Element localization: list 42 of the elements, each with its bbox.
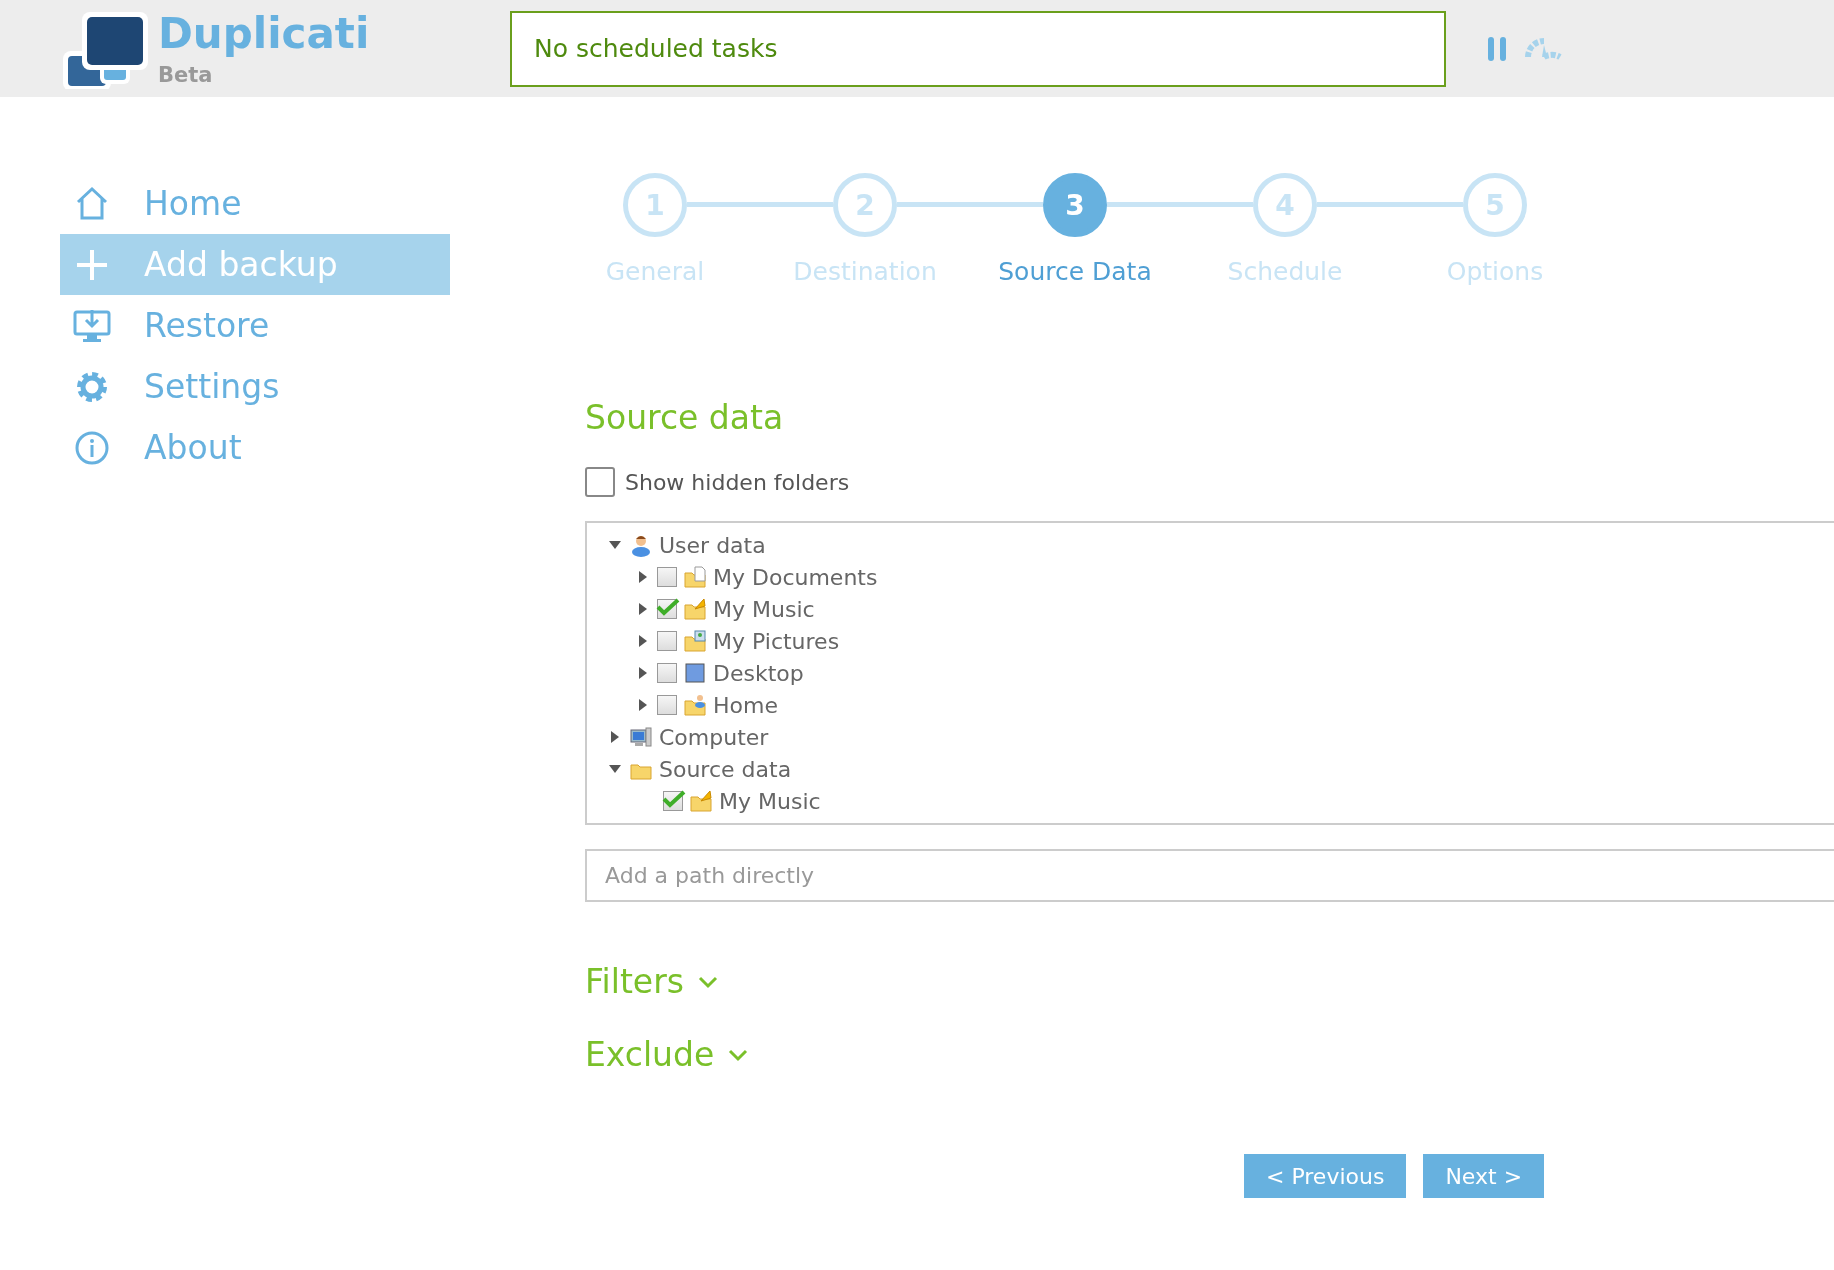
tree-item-label[interactable]: Desktop [713, 660, 804, 686]
pause-icon[interactable] [1486, 34, 1508, 63]
section-toggle[interactable]: Exclude [585, 1035, 1834, 1074]
checkbox[interactable] [657, 599, 677, 619]
checkbox[interactable] [657, 631, 677, 651]
checkbox[interactable] [657, 567, 677, 587]
section-title: Source data [585, 398, 785, 437]
logo-subtitle: Beta [158, 62, 214, 87]
next-button[interactable]: Next > [1423, 1154, 1545, 1198]
tree-item-label[interactable]: My Pictures [713, 628, 840, 654]
desktop-icon [683, 661, 707, 685]
checkbox-label[interactable]: Show hidden folders [625, 469, 850, 495]
tree-item-label[interactable]: My Music [719, 788, 821, 814]
checkbox[interactable] [657, 695, 677, 715]
tree-item-label[interactable]: Computer [659, 724, 769, 750]
nav-item[interactable]: Restore [60, 295, 450, 356]
tree-item-label[interactable]: My Music [713, 596, 815, 622]
tree-item-label[interactable]: User data [659, 532, 766, 558]
folder-music-icon [689, 789, 713, 813]
folder-picture-icon [683, 629, 707, 653]
section-toggle[interactable]: Filters [585, 962, 1834, 1001]
checkbox[interactable] [585, 467, 615, 497]
folder-document-icon [683, 565, 707, 589]
nav-item[interactable]: About [60, 417, 450, 478]
tree-item-label[interactable]: Home [713, 692, 778, 718]
step-label[interactable]: Source Data [998, 257, 1152, 286]
tree-item-label[interactable]: My Documents [713, 564, 878, 590]
path-input-field[interactable]: Add a path directly [585, 849, 1834, 902]
computer-icon [629, 725, 653, 749]
step-circle[interactable]: 3 [1043, 173, 1107, 237]
nav-item[interactable]: Home [60, 173, 450, 234]
status-bar: No scheduled tasks [510, 10, 1446, 87]
checkbox[interactable] [657, 663, 677, 683]
logo-title: Duplicati [158, 12, 370, 55]
folder-music-icon [683, 597, 707, 621]
nav-item[interactable]: Settings [60, 356, 450, 417]
tree-item-label[interactable]: Source data [659, 756, 792, 782]
checkbox[interactable] [663, 791, 683, 811]
previous-button[interactable]: < Previous [1244, 1154, 1407, 1198]
user-icon [629, 533, 653, 557]
nav-item[interactable]: Add backup [60, 234, 450, 295]
folder-user-icon [683, 693, 707, 717]
